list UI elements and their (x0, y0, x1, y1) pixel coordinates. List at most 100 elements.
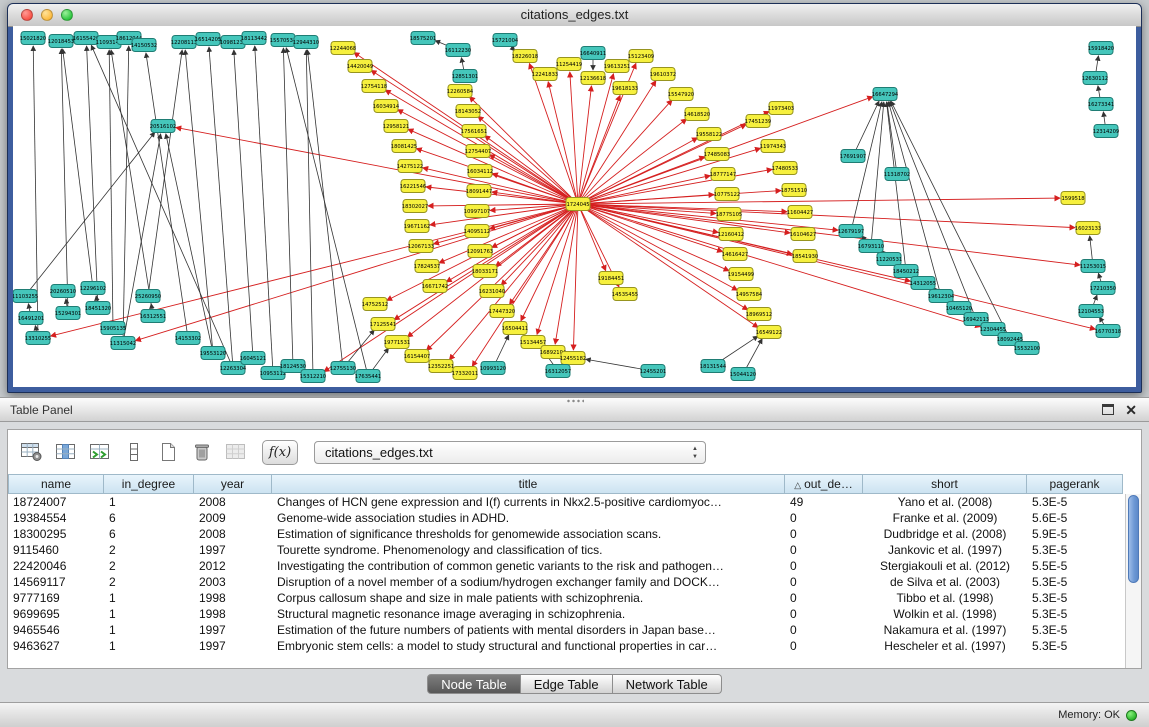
network-node[interactable]: 16112230 (445, 44, 471, 57)
network-node[interactable]: 18751510 (781, 184, 807, 197)
network-edge[interactable] (176, 127, 578, 204)
network-node[interactable]: 12260584 (447, 85, 474, 98)
network-node[interactable]: 15547920 (668, 88, 694, 101)
window-titlebar[interactable]: citations_edges.txt (8, 4, 1141, 27)
network-edge[interactable] (887, 102, 906, 271)
network-node[interactable]: 18226018 (512, 50, 538, 63)
network-edge[interactable] (61, 49, 68, 313)
network-node[interactable]: 16221546 (400, 180, 426, 193)
network-node[interactable]: 12067133 (408, 240, 434, 253)
rename-column-icon[interactable] (224, 441, 248, 463)
zoom-window-button[interactable] (61, 9, 73, 21)
network-node[interactable]: 14957584 (736, 288, 763, 301)
network-node[interactable]: 16231040 (479, 285, 505, 298)
minimize-window-button[interactable] (41, 9, 53, 21)
row-height-icon[interactable] (122, 441, 146, 463)
network-node[interactable]: 12851301 (452, 70, 478, 83)
network-node[interactable]: 12958121 (383, 120, 409, 133)
network-node[interactable]: 16045121 (240, 352, 266, 365)
network-edge[interactable] (578, 204, 1075, 228)
network-node[interactable]: 15532100 (1014, 342, 1040, 355)
network-node[interactable]: 1724045 (566, 198, 590, 211)
network-node[interactable]: 16034914 (373, 100, 400, 113)
network-node[interactable]: 15044120 (730, 368, 756, 381)
network-node[interactable]: 14616427 (722, 248, 748, 261)
tab-network-table[interactable]: Network Table (613, 674, 722, 694)
network-node[interactable]: 12296102 (80, 282, 106, 295)
network-node[interactable]: 18775105 (716, 208, 742, 221)
network-node[interactable]: 13310255 (25, 332, 51, 345)
network-node[interactable]: 16647294 (872, 88, 899, 101)
network-node[interactable]: 16312551 (140, 310, 166, 323)
network-node[interactable]: 12352251 (428, 360, 454, 373)
network-node[interactable]: 17824537 (414, 260, 440, 273)
network-node[interactable]: 19671162 (404, 220, 430, 233)
network-edge[interactable] (148, 50, 182, 296)
network-node[interactable]: 19771531 (384, 336, 410, 349)
network-edge[interactable] (166, 134, 213, 353)
network-node[interactable]: 12244068 (330, 42, 356, 55)
network-edge[interactable] (408, 129, 578, 204)
network-edge[interactable] (578, 138, 698, 204)
table-row[interactable]: 977716911998Corpus callosum shape and si… (8, 590, 1125, 606)
network-node[interactable]: 17480533 (772, 162, 798, 175)
close-window-button[interactable] (21, 9, 33, 21)
network-node[interactable]: 17210350 (1090, 282, 1116, 295)
network-node[interactable]: 16640911 (580, 47, 606, 60)
network-node[interactable]: 12944310 (293, 36, 319, 49)
network-node[interactable]: 16023133 (1075, 222, 1101, 235)
network-node[interactable]: 15905135 (100, 322, 126, 335)
network-node[interactable]: 12754407 (465, 145, 491, 158)
column-header-year[interactable]: year (194, 474, 272, 494)
table-row[interactable]: 1456911722003Disruption of a novel membe… (8, 574, 1125, 590)
network-node[interactable]: 12455201 (640, 365, 666, 378)
network-node[interactable]: 1599518 (1061, 192, 1085, 205)
network-node[interactable]: 11604427 (787, 206, 813, 219)
tab-node-table[interactable]: Node Table (427, 674, 521, 694)
network-node[interactable]: 17691907 (840, 150, 866, 163)
network-node[interactable]: 11973403 (768, 102, 794, 115)
network-node[interactable]: 11254419 (556, 58, 582, 71)
splitter-grip[interactable] (566, 399, 584, 403)
network-node[interactable]: 12136618 (580, 72, 606, 85)
network-edge[interactable] (283, 48, 293, 366)
table-row[interactable]: 969969511998Structural magnetic resonanc… (8, 606, 1125, 622)
network-node[interactable]: 15123409 (628, 50, 654, 63)
column-header-short[interactable]: short (863, 474, 1027, 494)
network-node[interactable]: 14153302 (175, 332, 201, 345)
network-node[interactable]: 14618520 (684, 108, 710, 121)
create-column-icon[interactable] (156, 441, 180, 463)
network-node[interactable]: 14150532 (131, 39, 157, 52)
network-node[interactable]: 14095112 (464, 225, 490, 238)
network-node[interactable]: 18777147 (710, 168, 736, 181)
network-node[interactable]: 12679197 (838, 225, 864, 238)
network-node[interactable]: 15721004 (492, 34, 519, 47)
network-edge[interactable] (255, 46, 273, 373)
network-node[interactable]: 18969512 (746, 308, 772, 321)
network-node[interactable]: 16312057 (545, 365, 571, 378)
network-node[interactable]: 10993120 (480, 362, 506, 375)
network-node[interactable]: 14312055 (910, 277, 936, 290)
delete-column-icon[interactable] (190, 441, 214, 463)
network-node[interactable]: 12630112 (1082, 72, 1108, 85)
network-node[interactable]: 11318702 (884, 168, 910, 181)
column-header-name[interactable]: name (8, 474, 104, 494)
import-table-icon[interactable] (88, 441, 112, 463)
network-node[interactable]: 17451239 (745, 115, 771, 128)
scrollbar-thumb[interactable] (1128, 495, 1139, 583)
network-edge[interactable] (185, 50, 213, 353)
table-row[interactable]: 946554611997Estimation of the future num… (8, 622, 1125, 638)
network-node[interactable]: 19558122 (696, 128, 722, 141)
column-header-pagerank[interactable]: pagerank (1027, 474, 1123, 494)
network-edge[interactable] (234, 50, 253, 358)
network-node[interactable]: 18131544 (700, 360, 727, 373)
table-mode-icon[interactable] (20, 441, 44, 463)
show-columns-icon[interactable] (54, 441, 78, 463)
network-node[interactable]: 19553120 (200, 347, 226, 360)
network-node[interactable]: 12754118 (361, 80, 387, 93)
table-panel-header[interactable]: Table Panel ✕ (0, 397, 1149, 422)
network-node[interactable]: 11974343 (760, 140, 786, 153)
network-node[interactable]: 20516102 (150, 120, 176, 133)
network-edge[interactable] (851, 102, 882, 231)
network-node[interactable]: 11315042 (110, 337, 136, 350)
